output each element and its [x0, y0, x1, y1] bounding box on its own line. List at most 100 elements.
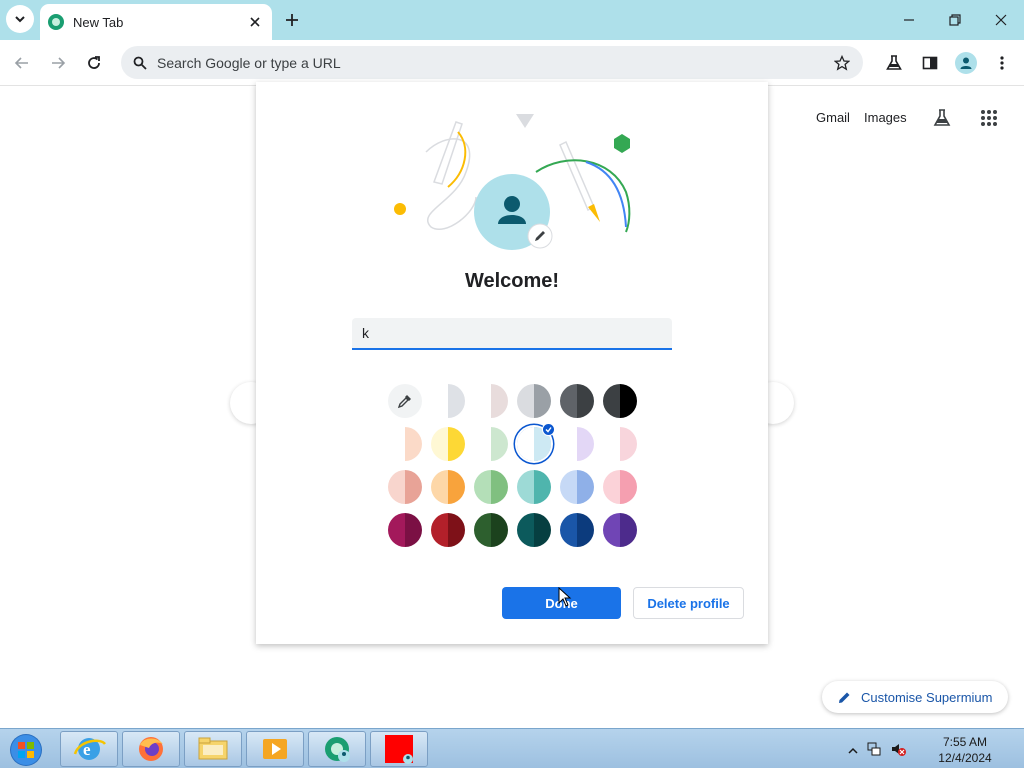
swatch-left-half [560, 427, 577, 461]
welcome-illustration [394, 114, 631, 250]
labs-button[interactable] [880, 49, 908, 77]
menu-button[interactable] [988, 49, 1016, 77]
color-swatch[interactable] [474, 470, 508, 504]
arrow-right-icon [52, 57, 66, 69]
custom-color-picker-button[interactable] [388, 384, 422, 418]
profile-customization-dialog: Welcome! Done Delete profile [256, 82, 768, 644]
minimize-button[interactable] [895, 6, 923, 34]
color-swatch[interactable] [388, 513, 422, 547]
back-button[interactable] [8, 49, 36, 77]
swatch-left-half [560, 384, 577, 418]
eyedropper-icon [397, 395, 411, 409]
swatch-right-half [577, 470, 594, 504]
tab-close-button[interactable] [246, 13, 264, 31]
swatch-right-half [577, 384, 594, 418]
omnibox-input[interactable] [157, 54, 825, 71]
color-swatch[interactable] [603, 470, 637, 504]
color-swatch[interactable] [388, 470, 422, 504]
folder-icon [198, 737, 228, 760]
taskbar-firefox[interactable] [122, 731, 180, 767]
color-swatch[interactable] [474, 513, 508, 547]
flask-icon [933, 109, 951, 126]
close-window-button[interactable] [987, 6, 1015, 34]
reload-button[interactable] [80, 49, 108, 77]
tab-strip: New Tab [0, 0, 1024, 40]
swatch-left-half [517, 513, 534, 547]
profile-name-input[interactable] [352, 318, 672, 350]
apps-launcher-button[interactable] [980, 109, 998, 132]
swatch-right-half [491, 513, 508, 547]
swatch-right-half [405, 470, 422, 504]
color-swatch[interactable] [388, 427, 422, 461]
color-swatch[interactable] [560, 513, 594, 547]
check-icon [542, 423, 555, 436]
swatch-left-half [388, 427, 405, 461]
swatch-left-half [431, 513, 448, 547]
swatch-left-half [474, 427, 491, 461]
color-swatch[interactable] [431, 513, 465, 547]
color-swatch[interactable] [431, 427, 465, 461]
welcome-heading: Welcome! [464, 270, 560, 292]
color-swatch[interactable] [517, 513, 551, 547]
tab-new-tab[interactable]: New Tab [40, 4, 272, 40]
tab-title: New Tab [73, 14, 124, 30]
color-swatch[interactable] [517, 384, 551, 418]
color-swatch[interactable] [474, 384, 508, 418]
swatch-right-half [534, 384, 551, 418]
network-icon[interactable] [866, 741, 882, 757]
side-panel-button[interactable] [916, 49, 944, 77]
labs-link[interactable] [932, 108, 952, 133]
profile-button[interactable] [952, 49, 980, 77]
start-button[interactable] [6, 732, 46, 768]
color-swatch[interactable] [603, 427, 637, 461]
swatch-left-half [603, 427, 620, 461]
supermium-favicon-icon [48, 14, 64, 30]
swatch-left-half [431, 470, 448, 504]
swatch-left-half [517, 384, 534, 418]
swatch-left-half [431, 427, 448, 461]
restore-button[interactable] [941, 6, 969, 34]
swatch-left-half [603, 470, 620, 504]
swatch-right-half [448, 384, 465, 418]
taskbar-explorer[interactable] [184, 731, 242, 767]
omnibox[interactable] [121, 46, 863, 79]
swatch-right-half [405, 427, 422, 461]
taskbar-supermium[interactable] [308, 731, 366, 767]
tab-search-button[interactable] [6, 5, 34, 33]
delete-profile-button[interactable]: Delete profile [633, 587, 744, 619]
taskbar-media-player[interactable] [246, 731, 304, 767]
color-swatch[interactable] [431, 384, 465, 418]
taskbar-app[interactable] [370, 731, 428, 767]
clock-time: 7:55 AM [942, 735, 988, 749]
person-icon [960, 57, 972, 69]
color-swatch[interactable] [474, 427, 508, 461]
tray-expand-icon[interactable] [845, 743, 861, 759]
system-clock[interactable]: 7:55 AM 12/4/2024 [930, 734, 1000, 766]
color-swatch[interactable] [431, 470, 465, 504]
color-swatch[interactable] [603, 513, 637, 547]
gmail-link[interactable]: Gmail [816, 110, 850, 125]
swatch-right-half [491, 384, 508, 418]
color-swatch[interactable] [560, 384, 594, 418]
volume-muted-icon[interactable] [890, 741, 906, 757]
color-swatch-selected[interactable] [517, 423, 555, 461]
firefox-icon [139, 737, 163, 761]
taskbar-internet-explorer[interactable]: e [60, 731, 118, 767]
chevron-down-icon [15, 16, 25, 23]
images-link[interactable]: Images [864, 110, 907, 125]
bookmark-star-icon[interactable] [825, 54, 859, 71]
taskbar: e 7:55 AM 12/4/2024 [0, 728, 1024, 768]
color-swatch[interactable] [560, 427, 594, 461]
forward-button[interactable] [44, 49, 72, 77]
color-swatch[interactable] [603, 384, 637, 418]
arrow-left-icon [14, 57, 28, 69]
swatch-right-half [620, 513, 637, 547]
color-swatch[interactable] [517, 470, 551, 504]
new-tab-button[interactable] [280, 8, 304, 32]
supermium-icon [325, 737, 350, 762]
customise-button[interactable]: Customise Supermium [822, 681, 1008, 713]
swatch-left-half [474, 470, 491, 504]
swatch-right-half [534, 470, 551, 504]
close-icon [250, 17, 260, 27]
color-swatch[interactable] [560, 470, 594, 504]
